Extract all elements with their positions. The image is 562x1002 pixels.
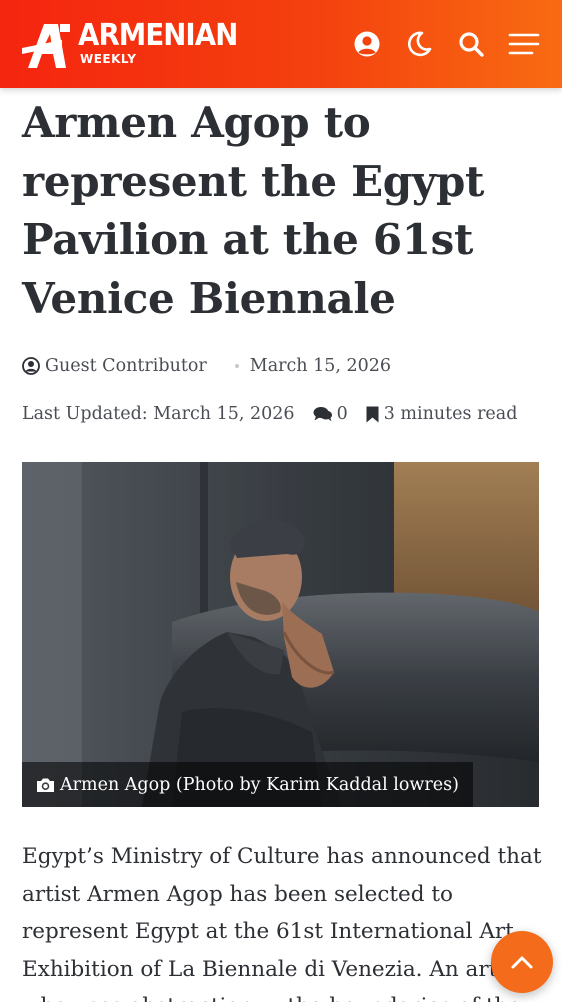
featured-image: Armen Agop (Photo by Karim Kaddal lowres… — [22, 462, 539, 807]
article-meta: Last Updated: March 15, 2026 0 3 minutes… — [22, 402, 517, 426]
meta-separator — [234, 364, 239, 368]
last-updated: Last Updated: March 15, 2026 — [22, 404, 295, 424]
article-body: Egypt’s Ministry of Culture has announce… — [22, 844, 542, 1002]
site-logo[interactable]: ARMENIAN WEEKLY — [22, 18, 238, 70]
logo-subtitle: WEEKLY — [80, 52, 137, 66]
search-icon[interactable] — [457, 30, 485, 58]
image-caption: Armen Agop (Photo by Karim Kaddal lowres… — [22, 762, 473, 807]
article-byline: Guest Contributor March 15, 2026 — [22, 354, 391, 378]
article-title: Armen Agop to represent the Egypt Pavili… — [22, 98, 485, 323]
logo-mark-icon — [22, 24, 70, 68]
chevron-up-icon — [511, 956, 533, 969]
logo-wordmark: ARMENIAN — [78, 18, 238, 53]
moon-icon[interactable] — [405, 30, 433, 58]
back-to-top-button[interactable] — [491, 931, 553, 993]
comment-count[interactable]: 0 — [337, 404, 348, 424]
author-icon — [22, 357, 40, 375]
user-icon[interactable] — [353, 30, 381, 58]
menu-icon[interactable] — [508, 30, 540, 58]
author-link[interactable]: Guest Contributor — [45, 356, 207, 376]
comments-icon — [313, 407, 332, 422]
camera-icon — [37, 778, 54, 792]
artist-photo — [22, 462, 539, 807]
publish-date: March 15, 2026 — [249, 356, 392, 376]
site-header: ARMENIAN WEEKLY — [0, 0, 562, 88]
bookmark-icon — [366, 406, 379, 422]
caption-text: Armen Agop (Photo by Karim Kaddal lowres… — [60, 774, 459, 795]
read-time: 3 minutes read — [383, 404, 518, 424]
